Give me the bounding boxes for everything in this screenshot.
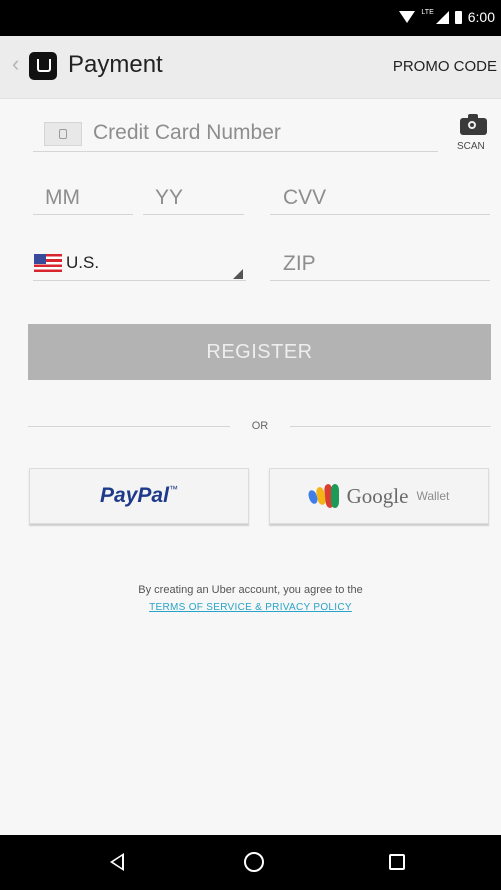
divider-right	[290, 426, 491, 427]
signal-icon	[435, 10, 449, 24]
dropdown-arrow-icon[interactable]	[233, 269, 243, 279]
page-title: Payment	[68, 51, 163, 78]
wallet-wordmark: Wallet	[416, 489, 450, 503]
status-icons: LTE 6:00	[399, 9, 495, 25]
cvv-input[interactable]: CVV	[283, 186, 326, 210]
expiry-year-input[interactable]: YY	[155, 186, 183, 210]
status-bar: LTE 6:00	[0, 0, 501, 36]
camera-icon[interactable]	[460, 114, 487, 135]
scan-button[interactable]: SCAN	[457, 141, 485, 152]
google-wallet-icon	[306, 483, 339, 509]
expiry-year-underline	[143, 214, 244, 215]
register-button[interactable]: REGISTER	[28, 324, 491, 380]
terms-link[interactable]: TERMS OF SERVICE & PRIVACY POLICY	[0, 602, 501, 613]
card-number-input[interactable]: Credit Card Number	[93, 121, 281, 145]
zip-underline	[270, 280, 490, 281]
status-time: 6:00	[467, 9, 495, 25]
paypal-button[interactable]: PayPal™	[29, 468, 249, 524]
paypal-trademark: ™	[168, 484, 178, 494]
battery-icon	[454, 10, 462, 24]
country-underline	[33, 280, 246, 281]
divider-or: OR	[251, 420, 269, 432]
google-wallet-button[interactable]: Google Wallet	[269, 468, 489, 524]
cvv-underline	[270, 214, 490, 215]
google-wallet-content: Google Wallet	[270, 484, 488, 509]
us-flag-icon	[34, 254, 62, 272]
nav-home-icon[interactable]	[244, 852, 264, 872]
expiry-month-input[interactable]: MM	[45, 186, 80, 210]
back-icon[interactable]: ‹	[12, 51, 19, 77]
promo-code-button[interactable]: PROMO CODE	[393, 58, 497, 75]
expiry-month-underline	[33, 214, 133, 215]
card-number-underline	[33, 151, 438, 152]
nav-back-icon[interactable]	[110, 853, 124, 871]
zip-input[interactable]: ZIP	[283, 252, 316, 276]
network-type: LTE	[421, 8, 434, 16]
wifi-icon	[399, 11, 416, 23]
app-bar: ‹ Payment PROMO CODE	[0, 36, 501, 99]
divider-left	[28, 426, 230, 427]
legal-text: By creating an Uber account, you agree t…	[138, 584, 363, 596]
paypal-logo: PayPal	[100, 484, 169, 507]
country-select[interactable]: U.S.	[66, 253, 99, 273]
google-wordmark: Google	[346, 483, 409, 508]
uber-logo[interactable]	[29, 52, 57, 80]
nav-recents-icon[interactable]	[389, 854, 405, 870]
navigation-bar	[0, 835, 501, 890]
credit-card-icon	[44, 122, 82, 146]
